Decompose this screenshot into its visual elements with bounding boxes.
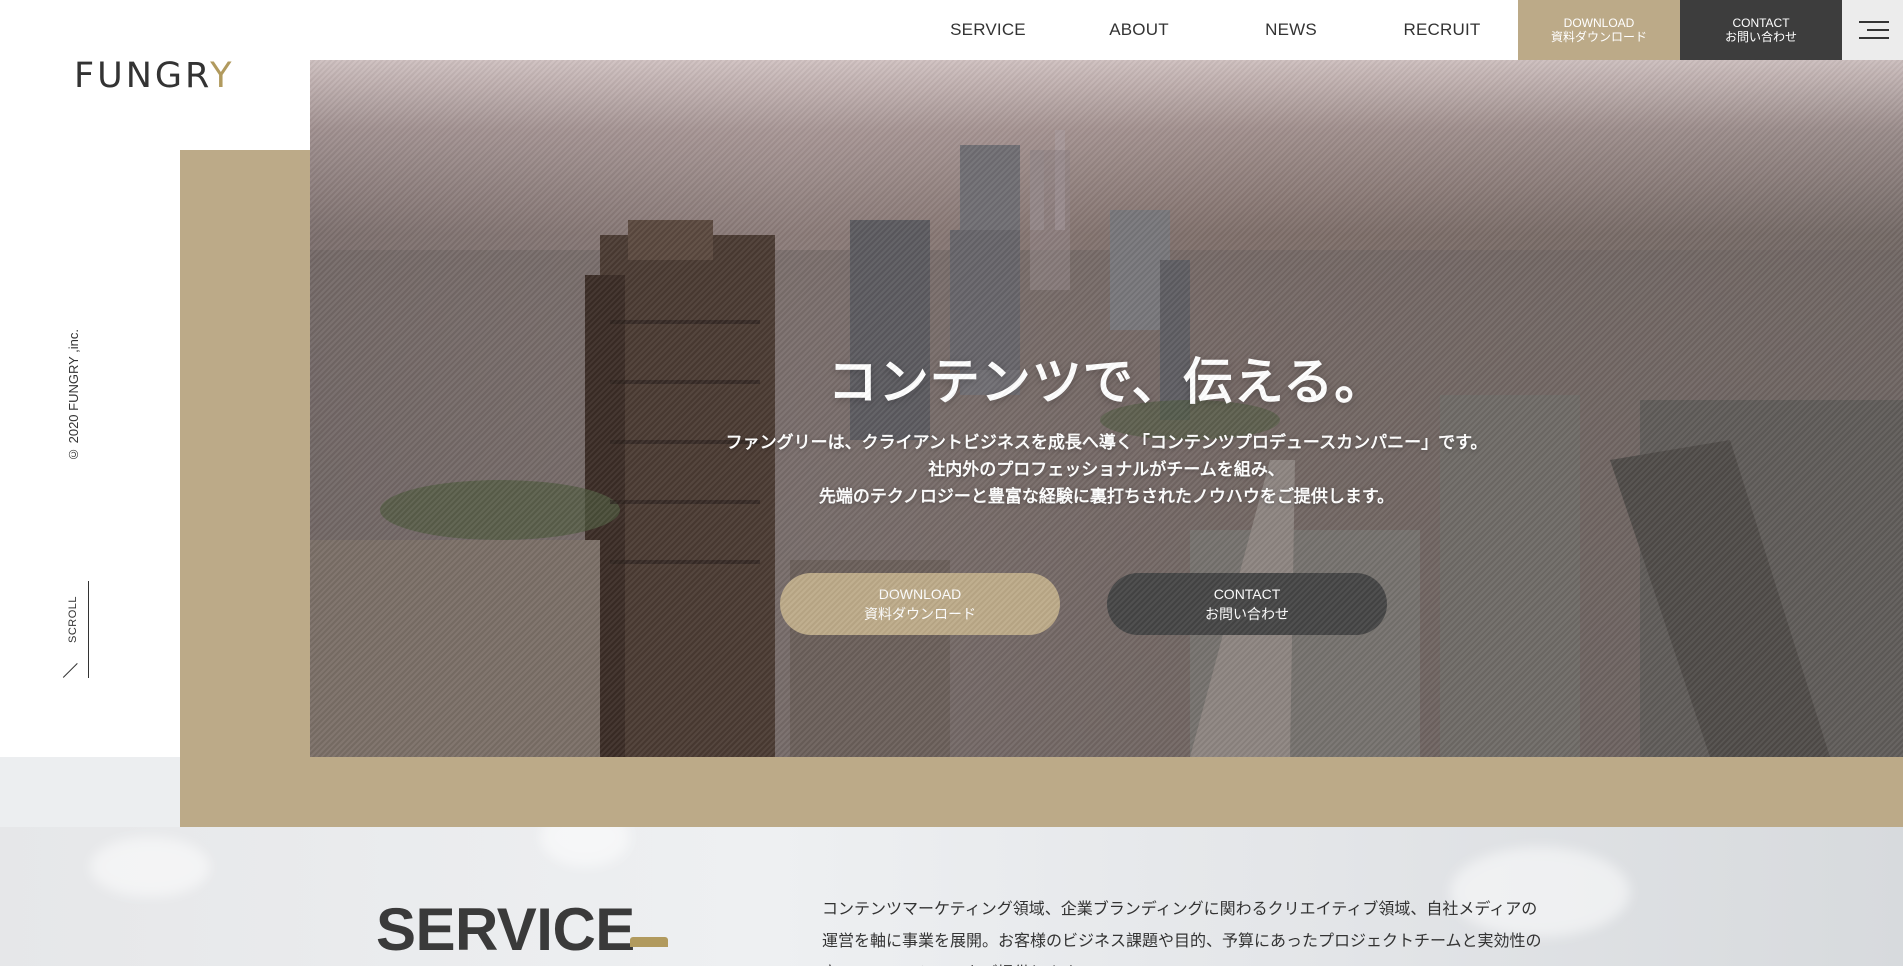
scroll-line — [88, 581, 89, 678]
scroll-label[interactable]: SCROLL — [67, 596, 85, 643]
service-heading-accent — [630, 937, 668, 947]
hero-line-3: 先端のテクノロジーと豊富な経験に裏打ちされたノウハウをご提供します。 — [818, 487, 1395, 507]
nav-service[interactable]: SERVICE — [913, 0, 1063, 60]
service-section: SERVICE コンテンツマーケティング領域、企業ブランディングに関わるクリエイ… — [0, 827, 1903, 966]
header-contact-button[interactable]: CONTACT お問い合わせ — [1680, 0, 1842, 60]
hero-download-button[interactable]: DOWNLOAD 資料ダウンロード — [780, 573, 1060, 635]
header-contact-jp: お問い合わせ — [1724, 30, 1797, 44]
header-download-en: DOWNLOAD — [1563, 15, 1635, 30]
nav-news[interactable]: NEWS — [1216, 0, 1366, 60]
hero-download-en: DOWNLOAD — [878, 585, 962, 602]
bokeh-blob — [540, 827, 630, 867]
hero-contact-jp: お問い合わせ — [1205, 606, 1289, 622]
menu-line — [1859, 37, 1889, 39]
menu-line — [1859, 21, 1889, 23]
site-header: SERVICE ABOUT NEWS RECRUIT DOWNLOAD 資料ダウ… — [0, 0, 1903, 60]
hero-line-2: 社内外のプロフェッショナルがチームを組み、 — [928, 460, 1285, 480]
scroll-arrow-icon — [62, 663, 78, 678]
logo-text: FUNGR — [74, 56, 211, 96]
nav-recruit[interactable]: RECRUIT — [1367, 0, 1517, 60]
main-nav: SERVICE ABOUT NEWS RECRUIT — [0, 0, 1518, 60]
service-description: コンテンツマーケティング領域、企業ブランディングに関わるクリエイティブ領域、自社… — [822, 899, 1542, 966]
header-download-jp: 資料ダウンロード — [1550, 30, 1647, 44]
gray-strip — [0, 757, 180, 827]
hero-contact-button[interactable]: CONTACT お問い合わせ — [1107, 573, 1387, 635]
hero-description: ファングリーは、クライアントビジネスを成長へ導く「コンテンツプロデュースカンパニ… — [310, 430, 1903, 511]
hero-section: コンテンツで、伝える。 ファングリーは、クライアントビジネスを成長へ導く「コンテ… — [310, 60, 1903, 757]
hero-line-1: ファングリーは、クライアントビジネスを成長へ導く「コンテンツプロデュースカンパニ… — [725, 433, 1488, 453]
header-download-button[interactable]: DOWNLOAD 資料ダウンロード — [1518, 0, 1680, 60]
hero-title: コンテンツで、伝える。 — [827, 353, 1386, 411]
copyright-text: © 2020 FUNGRY ,inc. — [66, 328, 81, 462]
hero-contact-en: CONTACT — [1213, 585, 1281, 602]
bokeh-blob — [90, 837, 210, 897]
hero-download-jp: 資料ダウンロード — [864, 606, 976, 622]
header-contact-en: CONTACT — [1732, 15, 1790, 30]
service-heading: SERVICE — [376, 896, 635, 963]
menu-line — [1867, 29, 1889, 31]
hamburger-menu-icon[interactable] — [1842, 0, 1903, 60]
fungry-logo[interactable]: FUNGRY — [74, 56, 235, 96]
logo-accent-letter: Y — [210, 56, 235, 96]
nav-about[interactable]: ABOUT — [1064, 0, 1214, 60]
